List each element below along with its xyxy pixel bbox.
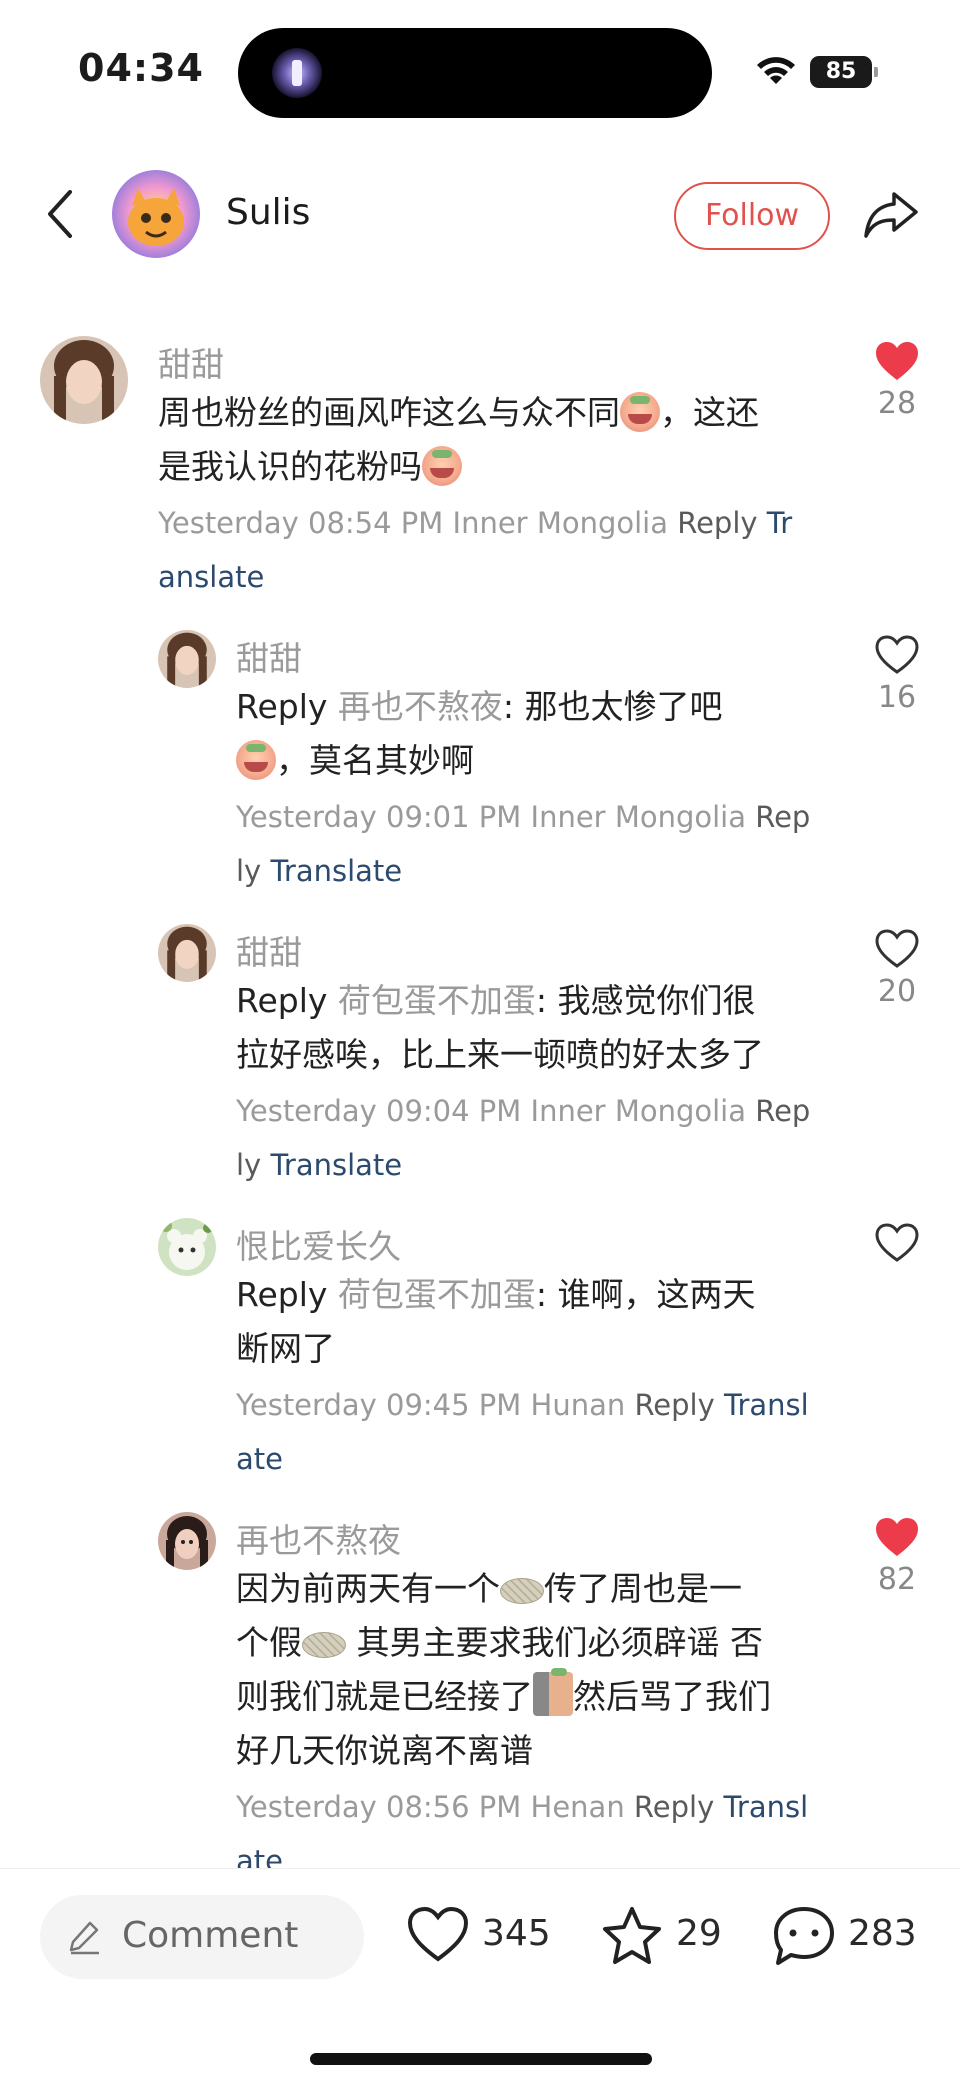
comment-text: Reply 再也不熬夜: 那也太惨了吧 ，莫名其妙啊 [236, 687, 723, 780]
like-button[interactable]: 16 [867, 634, 927, 715]
pen-icon [69, 1921, 99, 1955]
post-comment-count: 283 [848, 1913, 917, 1954]
follow-button[interactable]: Follow [674, 182, 830, 250]
comment-text: Reply 荷包蛋不加蛋: 我感觉你们很 拉好感唉，比上来一顿喷的好太多了 [236, 981, 764, 1074]
like-button[interactable]: 82 [867, 1516, 927, 1597]
like-count: 82 [877, 1562, 917, 1597]
comment-timestamp-location: Yesterday 08:54 PM Inner Mongolia [158, 506, 678, 540]
comment-meta: Yesterday 09:45 PM Hunan Reply Transl ate [236, 1378, 836, 1486]
author-avatar[interactable] [112, 170, 200, 258]
commenter-name[interactable]: 甜甜 [236, 926, 302, 974]
reply-target[interactable]: 再也不熬夜 [338, 687, 503, 726]
post-favorite-button[interactable]: 29 [600, 1905, 730, 1969]
post-like-button[interactable]: 345 [406, 1905, 556, 1969]
commenter-name[interactable]: 恨比爱长久 [236, 1220, 401, 1268]
author-name[interactable]: Sulis [226, 192, 310, 233]
like-button[interactable] [867, 1222, 927, 1268]
wifi-icon [757, 57, 795, 84]
meme-sticker-icon [533, 1668, 573, 1716]
reply-link[interactable]: Reply [677, 506, 757, 540]
status-time: 04:34 [78, 46, 204, 90]
commenter-avatar[interactable] [158, 630, 216, 688]
crying-emoji-icon [422, 446, 462, 486]
heart-icon [875, 929, 919, 968]
comment-meta: Yesterday 09:01 PM Inner Mongolia Rep ly … [236, 790, 836, 898]
comment-placeholder: Comment [122, 1915, 299, 1956]
comment-timestamp-location: Yesterday 09:01 PM Inner Mongolia [236, 800, 756, 834]
egg-emoji-icon [500, 1578, 544, 1604]
heart-icon [875, 1223, 919, 1262]
commenter-avatar[interactable] [158, 924, 216, 982]
like-count: 20 [877, 974, 917, 1009]
heart-icon [876, 1518, 918, 1556]
heart-icon [876, 342, 918, 380]
commenter-avatar[interactable] [40, 336, 128, 424]
post-favorite-count: 29 [676, 1913, 722, 1954]
battery-icon: 85 [810, 56, 878, 88]
comment-input[interactable]: Comment [40, 1895, 364, 1979]
translate-link[interactable]: Translate [270, 1148, 402, 1182]
heart-icon [407, 1906, 469, 1962]
reply-link[interactable]: Reply [634, 1388, 714, 1422]
commenter-avatar[interactable] [158, 1512, 216, 1570]
commenter-avatar[interactable] [158, 1218, 216, 1276]
comment-text: 周也粉丝的画风咋这么与众不同 ，这还 是我认识的花粉吗 [158, 392, 759, 486]
comment-meta: Yesterday 08:54 PM Inner Mongolia Reply … [158, 496, 838, 604]
commenter-name[interactable]: 甜甜 [158, 338, 224, 386]
comment-text: 因为前两天有一个 传了周也是一 个假 其男主要求我们必须辟谣 否 则我们就是已经接… [236, 1569, 771, 1770]
post-like-count: 345 [482, 1913, 551, 1954]
dynamic-island [238, 28, 712, 118]
battery-level: 85 [825, 59, 857, 84]
crying-emoji-icon [236, 740, 276, 780]
like-count: 16 [877, 680, 917, 715]
crying-emoji-icon [620, 392, 660, 432]
commenter-name[interactable]: 甜甜 [236, 632, 302, 680]
star-icon [603, 1907, 661, 1964]
flashlight-icon [272, 48, 322, 98]
commenter-name[interactable]: 再也不熬夜 [236, 1514, 401, 1562]
reply-link[interactable]: Reply [634, 1790, 714, 1824]
translate-link[interactable]: Translate [270, 854, 402, 888]
back-icon[interactable] [40, 186, 80, 242]
chat-bubble-icon [774, 1907, 834, 1965]
comment-timestamp-location: Yesterday 09:04 PM Inner Mongolia [236, 1094, 756, 1128]
comment-timestamp-location: Yesterday 08:56 PM Henan [236, 1790, 634, 1824]
share-icon[interactable] [862, 188, 920, 242]
post-header: Sulis Follow [0, 170, 960, 260]
home-indicator[interactable] [310, 2053, 652, 2065]
heart-icon [875, 635, 919, 674]
comment-timestamp-location: Yesterday 09:45 PM Hunan [236, 1388, 635, 1422]
comment-meta: Yesterday 09:04 PM Inner Mongolia Rep ly … [236, 1084, 836, 1192]
reply-target[interactable]: 荷包蛋不加蛋 [338, 981, 536, 1020]
like-button[interactable]: 20 [867, 928, 927, 1009]
bottom-action-bar: Comment 345 29 283 [0, 1868, 960, 2082]
like-button[interactable]: 28 [867, 340, 927, 421]
like-count: 28 [877, 386, 917, 421]
comment-text: Reply 荷包蛋不加蛋: 谁啊，这两天 断网了 [236, 1275, 756, 1368]
post-comment-button[interactable]: 283 [772, 1905, 922, 1969]
reply-target[interactable]: 荷包蛋不加蛋 [338, 1275, 536, 1314]
status-bar: 04:34 85 [0, 0, 960, 140]
egg-emoji-icon [302, 1632, 346, 1658]
